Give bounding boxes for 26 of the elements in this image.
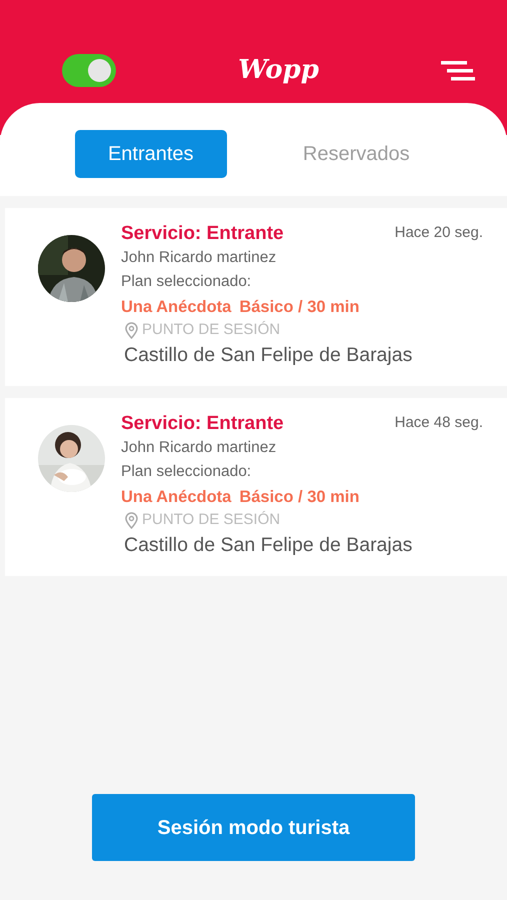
plan-name: Una Anécdota <box>121 487 232 508</box>
tab[interactable]: Entrantes <box>74 130 227 178</box>
plan-label: Plan seleccionado: <box>121 463 252 480</box>
time-ago: Hace 48 seg. <box>394 413 483 433</box>
session-point-label: PUNTO DE SESIÓN <box>142 510 280 530</box>
service-title: Servicio: Entrante <box>121 412 284 436</box>
time-ago: Hace 20 seg. <box>394 223 483 243</box>
location-pin-icon <box>125 512 138 528</box>
service-card[interactable]: Servicio: Entrante Hace 20 seg. John Ricardo martinez Plan seleccionado: Una Anécdota Básico / 30 min PUNTO DE SESIÓN Castillo de San Felipe de Barajas <box>5 208 507 386</box>
service-card[interactable]: Servicio: Entrante Hace 48 seg. John Ricardo martinez Plan seleccionado: Una Anécdota Básico / 30 min PUNTO DE SESIÓN Castillo de San Felipe de Barajas <box>5 398 507 576</box>
tab[interactable]: Reservados <box>280 130 432 178</box>
session-point-label: PUNTO DE SESIÓN <box>142 320 280 340</box>
plan-label: Plan seleccionado: <box>121 273 252 290</box>
package-name: Básico / 30 min <box>239 487 360 508</box>
menu-icon[interactable] <box>441 61 475 81</box>
place-name: Castillo de San Felipe de Barajas <box>124 533 414 558</box>
service-title: Servicio: Entrante <box>121 222 284 246</box>
place-name: Castillo de San Felipe de Barajas <box>124 343 414 368</box>
tourist-mode-button[interactable]: Sesión modo turista <box>92 794 415 861</box>
client-name: John Ricardo martinez <box>121 438 278 458</box>
logo: Wopp <box>238 54 319 86</box>
client-name: John Ricardo martinez <box>121 248 278 268</box>
package-name: Básico / 30 min <box>239 297 360 318</box>
plan-name: Una Anécdota <box>121 297 232 318</box>
location-pin-icon <box>125 322 138 338</box>
toggle-switch[interactable] <box>62 54 116 87</box>
